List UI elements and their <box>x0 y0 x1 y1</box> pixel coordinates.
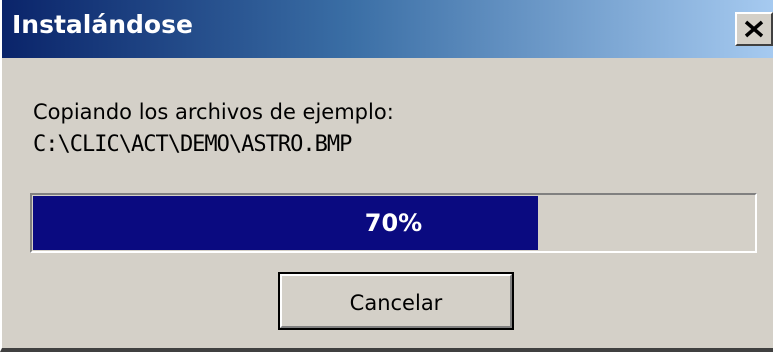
title-bar[interactable]: Instalándose <box>2 0 773 58</box>
cancel-button-face: Cancelar <box>280 274 512 328</box>
install-dialog: Instalándose Copiando los archivos de ej… <box>0 0 773 352</box>
close-icon <box>744 20 764 38</box>
cancel-button[interactable]: Cancelar <box>278 272 514 330</box>
status-message: Copiando los archivos de ejemplo: <box>33 100 394 124</box>
close-button[interactable] <box>735 12 773 46</box>
current-file-path: C:\CLIC\ACT\DEMO\ASTRO.BMP <box>33 132 352 157</box>
progress-bar: 70% <box>30 193 757 253</box>
window-title: Instalándose <box>12 10 193 39</box>
cancel-button-label: Cancelar <box>349 291 443 315</box>
progress-label: 70% <box>364 209 423 237</box>
